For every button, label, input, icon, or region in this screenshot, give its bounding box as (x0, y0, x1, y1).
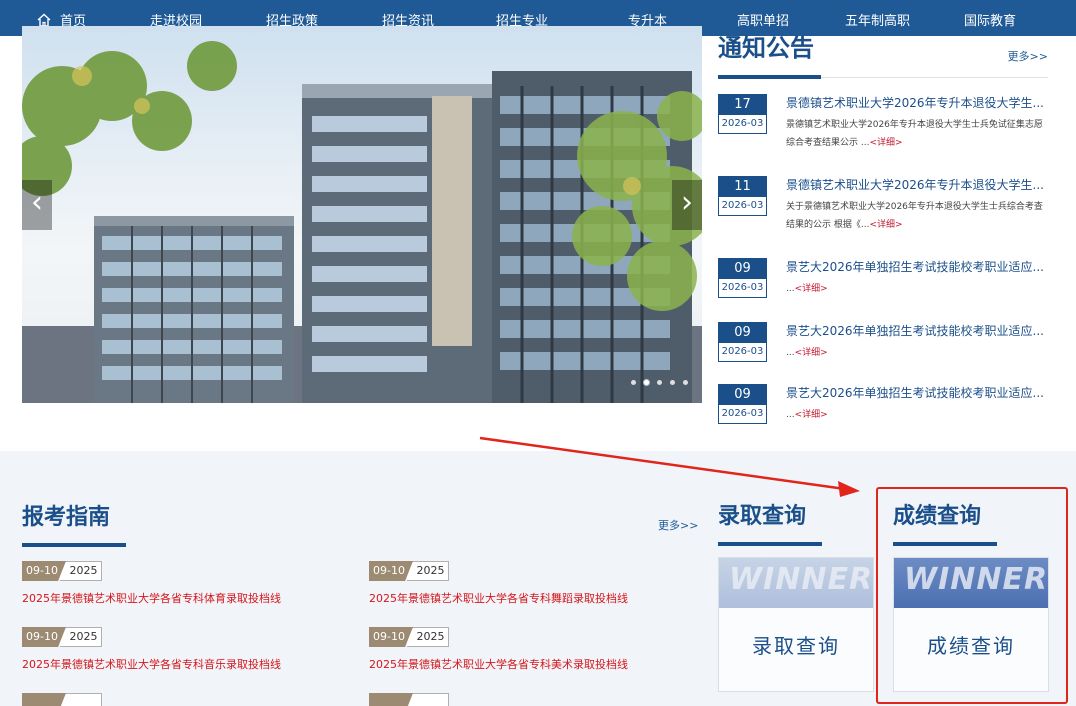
date-year-month: 2026-03 (718, 278, 767, 298)
carousel-dot-active[interactable] (644, 380, 649, 385)
admission-query-card[interactable]: WINNER 录取查询 (718, 557, 874, 692)
date-badge: 09 2026-03 (718, 258, 767, 298)
notice-item-title[interactable]: 景德镇艺术职业大学2026年专升本退役大学生... (786, 94, 1050, 111)
carousel-indicators (631, 380, 688, 385)
notice-desc-text: 关于景德镇艺术职业大学2026年专升本退役大学生士兵综合考查结果的公示 根据《.… (786, 202, 1043, 230)
carousel-prev-button[interactable]: ‹ (22, 180, 52, 230)
tag-year (60, 693, 102, 706)
detail-link[interactable]: <详细> (869, 138, 902, 148)
date-tag: 09-10 2025 (22, 627, 342, 647)
title-underline (22, 543, 126, 547)
date-tag: 09-10 2025 (369, 561, 689, 581)
notice-item-title[interactable]: 景德镇艺术职业大学2026年专升本退役大学生... (786, 176, 1050, 193)
date-badge: 17 2026-03 (718, 94, 767, 134)
date-day: 09 (718, 384, 767, 404)
date-badge: 09 2026-03 (718, 322, 767, 362)
guide-more-link[interactable]: 更多>> (658, 517, 698, 533)
detail-link[interactable]: <详细> (795, 348, 828, 358)
date-tag: 09-10 2025 (369, 627, 689, 647)
carousel-next-button[interactable]: › (672, 180, 702, 230)
carousel-dot[interactable] (683, 380, 688, 385)
notice-item-desc[interactable]: ...<详细> (786, 344, 1050, 362)
nav-item-single-exam[interactable]: 高职单招 (737, 10, 789, 29)
card-banner-text: WINNER (904, 562, 1048, 597)
tag-date (369, 693, 413, 706)
notice-item[interactable]: 17 2026-03 景德镇艺术职业大学2026年专升本退役大学生... 景德镇… (718, 94, 1050, 150)
tag-year: 2025 (407, 627, 449, 647)
notice-item-title[interactable]: 景艺大2026年单独招生考试技能校考职业适应... (786, 322, 1050, 339)
guide-link[interactable]: 2025年景德镇艺术职业大学各省专科美术录取投档线 (369, 656, 689, 672)
tag-year: 2025 (60, 561, 102, 581)
notice-item[interactable]: 09 2026-03 景艺大2026年单独招生考试技能校考职业适应... ...… (718, 322, 1050, 378)
carousel-dot[interactable] (670, 380, 675, 385)
campus-building-image (22, 41, 702, 403)
detail-link[interactable]: <详细> (795, 284, 828, 294)
carousel-dot[interactable] (657, 380, 662, 385)
notice-more-link[interactable]: 更多>> (1008, 48, 1048, 64)
guide-item[interactable]: 09-10 2025 2025年景德镇艺术职业大学各省专科美术录取投档线 (369, 627, 689, 672)
guide-link[interactable]: 2025年景德镇艺术职业大学各省专科体育录取投档线 (22, 590, 342, 606)
guide-item[interactable]: 09-10 2025 2025年景德镇艺术职业大学各省专科舞蹈录取投档线 (369, 561, 689, 606)
date-year-month: 2026-03 (718, 114, 767, 134)
card-banner: WINNER (719, 558, 873, 608)
notice-title: 通知公告 (718, 34, 814, 62)
tag-date (22, 693, 66, 706)
guide-item-partial[interactable] (22, 693, 342, 706)
notice-item-title[interactable]: 景艺大2026年单独招生考试技能校考职业适应... (786, 384, 1050, 401)
notice-item[interactable]: 09 2026-03 景艺大2026年单独招生考试技能校考职业适应... ...… (718, 258, 1050, 314)
banner-carousel[interactable]: ‹ › (22, 26, 702, 403)
date-tag (369, 693, 689, 706)
admission-query-title: 录取查询 (718, 504, 807, 529)
guide-link[interactable]: 2025年景德镇艺术职业大学各省专科音乐录取投档线 (22, 656, 342, 672)
date-tag (22, 693, 342, 706)
date-day: 17 (718, 94, 767, 114)
notice-panel: 通知公告 更多>> 17 2026-03 景德镇艺术职业大学2026年专升本退役… (718, 28, 1050, 424)
tag-year: 2025 (407, 561, 449, 581)
date-tag: 09-10 2025 (22, 561, 342, 581)
notice-item[interactable]: 11 2026-03 景德镇艺术职业大学2026年专升本退役大学生... 关于景… (718, 176, 1050, 232)
date-badge: 11 2026-03 (718, 176, 767, 216)
title-underline (893, 542, 997, 546)
notice-item-desc[interactable]: ...<详细> (786, 280, 1050, 298)
nav-item-five-year[interactable]: 五年制高职 (845, 10, 910, 29)
date-year-month: 2026-03 (718, 404, 767, 424)
notice-item[interactable]: 09 2026-03 景艺大2026年单独招生考试技能校考职业适应... ...… (718, 384, 1050, 440)
nav-item-international[interactable]: 国际教育 (964, 10, 1016, 29)
guide-link[interactable]: 2025年景德镇艺术职业大学各省专科舞蹈录取投档线 (369, 590, 689, 606)
notice-item-desc[interactable]: 景德镇艺术职业大学2026年专升本退役大学生士兵免试征集志愿综合考查结果公示 .… (786, 116, 1050, 152)
detail-link[interactable]: <详细> (869, 220, 902, 230)
tag-year (407, 693, 449, 706)
carousel-dot[interactable] (631, 380, 636, 385)
guide-item[interactable]: 09-10 2025 2025年景德镇艺术职业大学各省专科体育录取投档线 (22, 561, 342, 606)
score-query-card[interactable]: WINNER 成绩查询 (893, 557, 1049, 692)
date-badge: 09 2026-03 (718, 384, 767, 424)
notice-item-desc[interactable]: ...<详细> (786, 406, 1050, 424)
admission-query-label: 录取查询 (752, 634, 840, 658)
guide-item-partial[interactable] (369, 693, 689, 706)
date-year-month: 2026-03 (718, 342, 767, 362)
score-query-label: 成绩查询 (927, 634, 1015, 658)
date-day: 11 (718, 176, 767, 196)
notice-desc-text: ... (786, 348, 795, 358)
date-day: 09 (718, 258, 767, 278)
notice-desc-text: ... (786, 284, 795, 294)
notice-desc-text: 景德镇艺术职业大学2026年专升本退役大学生士兵免试征集志愿综合考查结果公示 .… (786, 120, 1043, 148)
title-underline (718, 75, 821, 79)
detail-link[interactable]: <详细> (795, 410, 828, 420)
notice-item-title[interactable]: 景艺大2026年单独招生考试技能校考职业适应... (786, 258, 1050, 275)
guide-item[interactable]: 09-10 2025 2025年景德镇艺术职业大学各省专科音乐录取投档线 (22, 627, 342, 672)
tag-year: 2025 (60, 627, 102, 647)
date-year-month: 2026-03 (718, 196, 767, 216)
card-banner: WINNER (894, 558, 1048, 608)
date-day: 09 (718, 322, 767, 342)
guide-title: 报考指南 (22, 505, 111, 530)
notice-desc-text: ... (786, 410, 795, 420)
title-underline (718, 542, 822, 546)
card-banner-text: WINNER (729, 562, 873, 597)
score-query-title: 成绩查询 (893, 504, 982, 529)
notice-item-desc[interactable]: 关于景德镇艺术职业大学2026年专升本退役大学生士兵综合考查结果的公示 根据《.… (786, 198, 1050, 234)
